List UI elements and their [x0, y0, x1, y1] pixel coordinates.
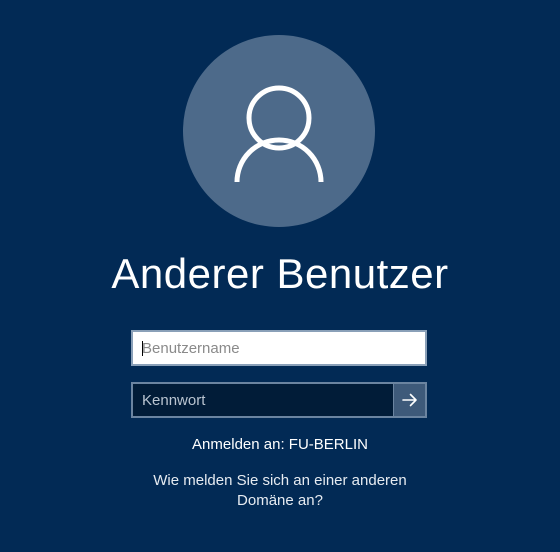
user-icon	[234, 85, 324, 183]
password-input[interactable]	[133, 384, 395, 416]
text-cursor	[142, 341, 143, 356]
user-name-title: Anderer Benutzer	[111, 250, 449, 297]
sign-in-domain-label: Anmelden an: FU-BERLIN	[192, 436, 368, 453]
arrow-right-icon	[402, 393, 417, 407]
other-domain-help-link[interactable]: Wie melden Sie sich an einer anderen Dom…	[140, 471, 420, 511]
username-field-container	[131, 330, 427, 366]
username-input[interactable]	[133, 332, 425, 364]
user-avatar	[183, 35, 375, 227]
sign-in-submit-button[interactable]	[393, 384, 425, 416]
password-field-container	[131, 382, 427, 418]
